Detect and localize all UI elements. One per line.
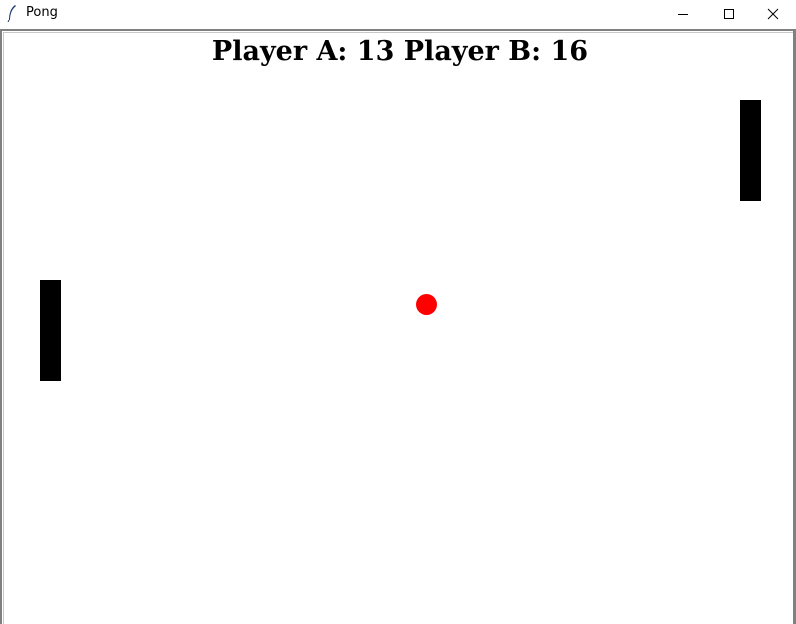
maximize-icon	[723, 8, 735, 20]
feather-icon	[6, 4, 18, 23]
pong-window: Pong Player A: 13 Player B: 16	[0, 0, 796, 624]
maximize-button[interactable]	[706, 0, 752, 28]
window-title: Pong	[26, 5, 58, 20]
scoreboard: Player A: 13 Player B: 16	[211, 36, 589, 67]
game-canvas[interactable]	[0, 29, 796, 624]
paddle-player-b	[740, 100, 761, 201]
close-button[interactable]	[750, 0, 796, 28]
paddle-player-a	[40, 280, 61, 381]
close-icon	[767, 8, 779, 20]
canvas-frame	[3, 32, 793, 624]
minimize-button[interactable]	[660, 0, 706, 28]
title-bar[interactable]: Pong	[0, 0, 796, 28]
minimize-icon	[677, 8, 689, 20]
ball	[416, 294, 437, 315]
